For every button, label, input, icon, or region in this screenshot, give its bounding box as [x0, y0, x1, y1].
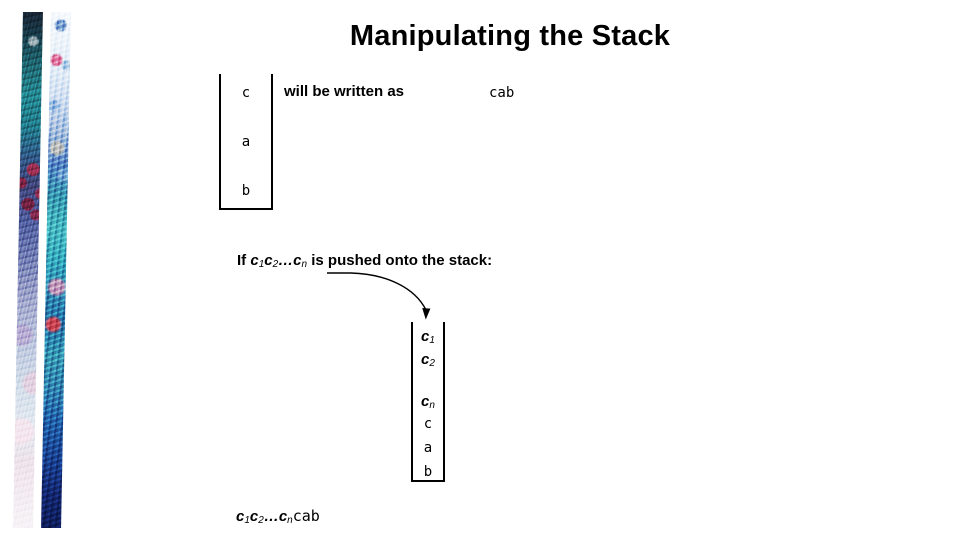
push-arrow-icon — [327, 272, 431, 320]
border-strip-right-texture — [41, 12, 71, 528]
push-sentence: If c1c2…cn is pushed onto the stack: — [237, 252, 493, 270]
result-symbol-c1: c1 — [236, 508, 250, 526]
result-symbol-cn-base: c — [278, 508, 288, 525]
decorative-mosaic-border — [0, 0, 80, 540]
stack-cell-c: c — [241, 85, 251, 101]
result-ellipsis: … — [263, 508, 279, 525]
page-title: Manipulating the Stack — [349, 20, 671, 52]
border-strip-right — [41, 12, 71, 528]
stack-cell-cn-sub: n — [429, 400, 435, 412]
stack-cell-b: b — [423, 464, 433, 480]
result-symbol-c2: c2 — [249, 508, 264, 526]
symbol-cn: cn — [293, 252, 307, 270]
stack-cell-a: a — [423, 440, 433, 456]
stack-before: c a b — [219, 74, 273, 210]
cab-result-text: cab — [489, 85, 515, 101]
symbol-cn-base: c — [293, 252, 302, 269]
cab-result-label: cab — [489, 84, 514, 102]
symbol-c1: c1 — [250, 252, 264, 270]
result-symbol-c2-base: c — [249, 508, 259, 525]
stack-cell-cn: cn — [413, 394, 443, 412]
stack-cell-b: b — [241, 183, 251, 199]
stack-cell-a: a — [241, 134, 251, 150]
result-string: c1c2…cncab — [236, 507, 320, 526]
border-strip-left-texture — [13, 12, 43, 528]
stack-cell-c: c — [423, 416, 433, 432]
symbol-c2-base: c — [264, 252, 273, 269]
symbol-c2: c2 — [264, 252, 278, 270]
stack-cell-c2: c2 — [413, 352, 443, 370]
stack-cell-c2-sub: 2 — [429, 358, 435, 370]
push-sentence-prefix: If — [237, 252, 251, 269]
push-sentence-suffix: is pushed onto the stack: — [307, 252, 493, 269]
stack-after-push: c1 c2 cn c a b — [411, 322, 445, 482]
stack-cell-c1-sub: 1 — [429, 335, 435, 347]
written-as-label: will be written as — [284, 83, 405, 100]
result-symbol-cn: cn — [278, 508, 293, 526]
result-tail: cab — [292, 507, 320, 525]
ellipsis-1: … — [278, 252, 294, 269]
slide-canvas: Manipulating the Stack c a b will be wri… — [0, 0, 960, 540]
stack-cell-c1: c1 — [413, 329, 443, 347]
border-strip-left — [13, 12, 43, 528]
symbol-c1-base: c — [250, 252, 259, 269]
